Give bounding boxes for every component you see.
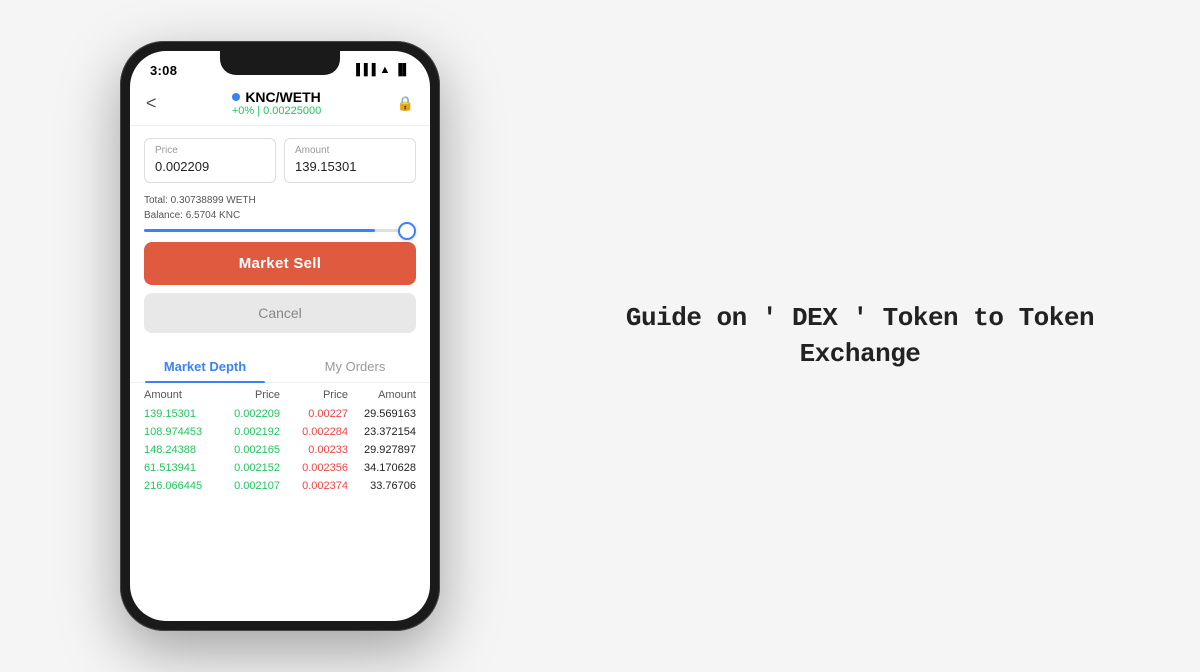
cell-amt-green: 61.513941 (144, 462, 212, 474)
market-sell-button[interactable]: Market Sell (144, 242, 416, 285)
cell-amt-black: 29.569163 (348, 408, 416, 420)
cell-price-green: 0.002107 (212, 480, 280, 492)
status-icons: ▐▐▐ ▲ ▐▌ (352, 64, 410, 76)
battery-icon: ▐▌ (394, 64, 410, 76)
amount-input-group[interactable]: Amount 139.15301 (284, 138, 416, 183)
cell-amt-black: 23.372154 (348, 426, 416, 438)
table-row: 61.513941 0.002152 0.002356 34.170628 (144, 459, 416, 477)
amount-label: Amount (295, 145, 405, 156)
cell-price-red: 0.002356 (280, 462, 348, 474)
tabs-row: Market Depth My Orders (130, 351, 430, 383)
cell-price-green: 0.002152 (212, 462, 280, 474)
cell-amt-black: 29.927897 (348, 444, 416, 456)
tab-my-orders[interactable]: My Orders (280, 351, 430, 382)
pair-label: KNC/WETH (245, 89, 320, 105)
table-rows-container: 139.15301 0.002209 0.00227 29.569163 108… (144, 405, 416, 495)
cell-price-red: 0.002284 (280, 426, 348, 438)
phone-frame: 3:08 ▐▐▐ ▲ ▐▌ < KNC/WETH + (120, 41, 440, 631)
page-wrapper: 3:08 ▐▐▐ ▲ ▐▌ < KNC/WETH + (0, 0, 1200, 672)
table-row: 148.24388 0.002165 0.00233 29.927897 (144, 441, 416, 459)
pair-change: +0% | 0.00225000 (232, 105, 321, 117)
col-price-right: Price (280, 389, 348, 401)
table-row: 216.066445 0.002107 0.002374 33.76706 (144, 477, 416, 495)
pair-title: KNC/WETH (232, 89, 321, 105)
tab-market-depth[interactable]: Market Depth (130, 351, 280, 382)
guide-title: Guide on ' DEX ' Token to Token Exchange (560, 300, 1160, 373)
slider-thumb[interactable] (398, 222, 416, 240)
total-weth: Total: 0.30738899 WETH (144, 193, 416, 208)
cell-price-green: 0.002192 (212, 426, 280, 438)
cell-amt-green: 148.24388 (144, 444, 212, 456)
cell-price-green: 0.002209 (212, 408, 280, 420)
price-value: 0.002209 (155, 159, 209, 174)
total-row: Total: 0.30738899 WETH Balance: 6.5704 K… (144, 193, 416, 223)
col-amount-right: Amount (348, 389, 416, 401)
trade-form: Price 0.002209 Amount 139.15301 Total: 0… (130, 126, 430, 341)
slider-fill (144, 229, 375, 232)
cell-price-red: 0.00233 (280, 444, 348, 456)
cell-amt-black: 34.170628 (348, 462, 416, 474)
cancel-button[interactable]: Cancel (144, 293, 416, 333)
app-header: < KNC/WETH +0% | 0.00225000 🔒 (130, 83, 430, 126)
cell-price-red: 0.00227 (280, 408, 348, 420)
input-row: Price 0.002209 Amount 139.15301 (144, 138, 416, 183)
phone-notch (220, 51, 340, 75)
right-section: Guide on ' DEX ' Token to Token Exchange (560, 300, 1200, 373)
slider-container[interactable] (144, 229, 416, 232)
wifi-icon: ▲ (380, 64, 391, 76)
header-center: KNC/WETH +0% | 0.00225000 (232, 89, 321, 117)
pair-dot-icon (232, 93, 240, 101)
cell-amt-green: 216.066445 (144, 480, 212, 492)
cell-amt-green: 108.974453 (144, 426, 212, 438)
table-header: Amount Price Price Amount (144, 383, 416, 405)
balance-knc: Balance: 6.5704 KNC (144, 208, 416, 223)
price-input-group[interactable]: Price 0.002209 (144, 138, 276, 183)
phone-screen: 3:08 ▐▐▐ ▲ ▐▌ < KNC/WETH + (130, 51, 430, 621)
slider-track (144, 229, 416, 232)
phone-section: 3:08 ▐▐▐ ▲ ▐▌ < KNC/WETH + (0, 0, 560, 672)
back-button[interactable]: < (146, 93, 157, 114)
cell-price-red: 0.002374 (280, 480, 348, 492)
cell-amt-black: 33.76706 (348, 480, 416, 492)
table-row: 108.974453 0.002192 0.002284 23.372154 (144, 423, 416, 441)
depth-table: Amount Price Price Amount 139.15301 0.00… (130, 383, 430, 495)
col-amount-left: Amount (144, 389, 212, 401)
cell-amt-green: 139.15301 (144, 408, 212, 420)
status-time: 3:08 (150, 63, 177, 78)
price-label: Price (155, 145, 265, 156)
signal-icon: ▐▐▐ (352, 64, 375, 76)
cell-price-green: 0.002165 (212, 444, 280, 456)
amount-value: 139.15301 (295, 159, 356, 174)
col-price-left: Price (212, 389, 280, 401)
lock-icon[interactable]: 🔒 (397, 95, 414, 112)
table-row: 139.15301 0.002209 0.00227 29.569163 (144, 405, 416, 423)
